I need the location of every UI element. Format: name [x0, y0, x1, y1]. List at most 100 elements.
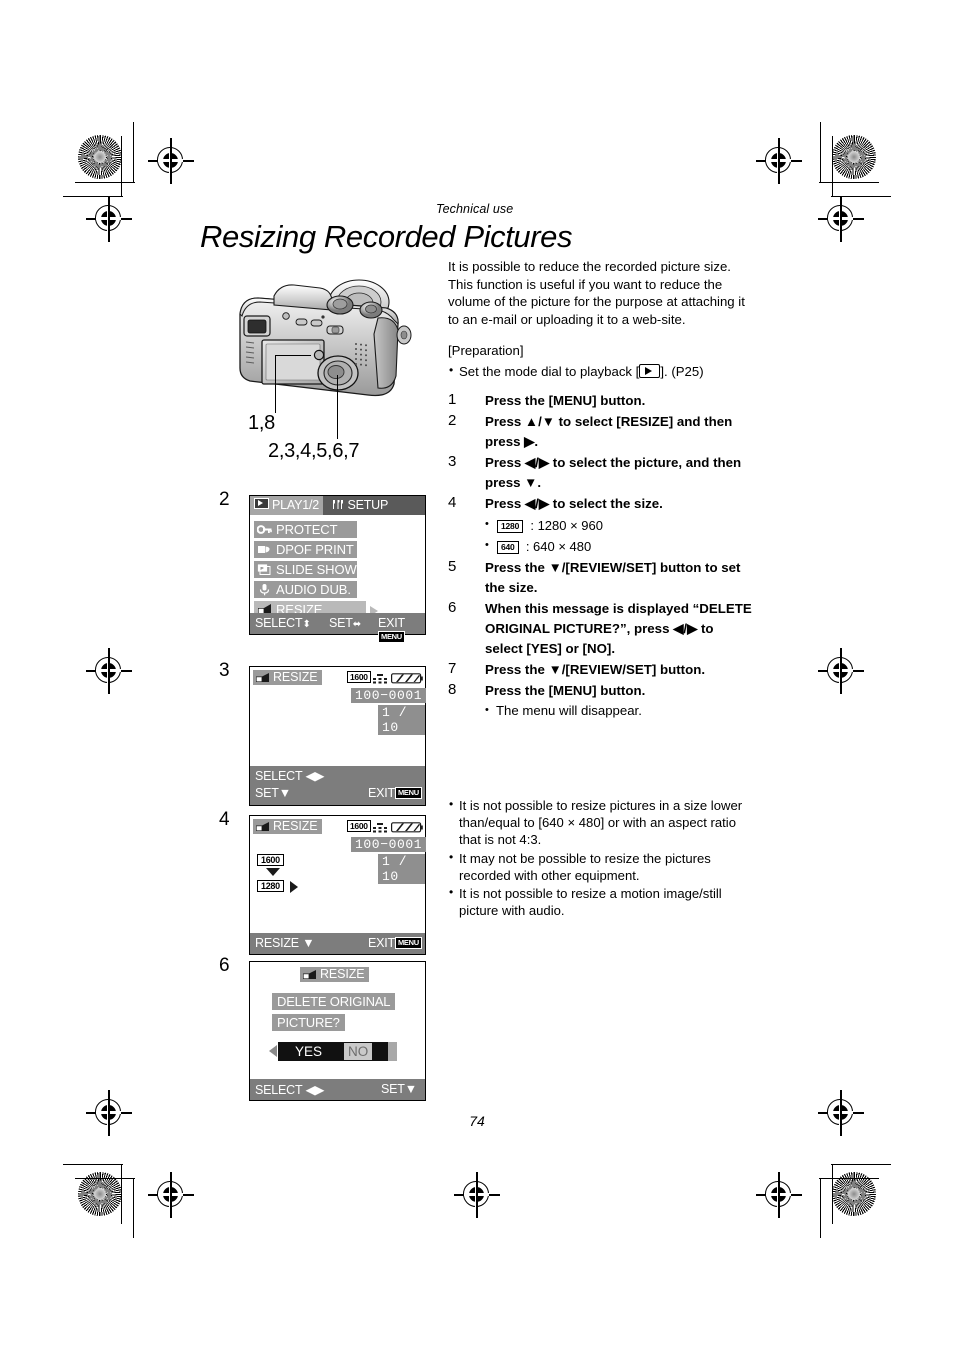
- leftright-arrow-icon: ⬌: [352, 619, 361, 630]
- screen-title-label: RESIZE: [320, 967, 365, 981]
- size-option: 640 : 640 × 480: [448, 536, 754, 556]
- menu-tab-bar: PLAY1/2 SETUP: [250, 496, 425, 515]
- camera-callout-cursor: 2,3,4,5,6,7: [268, 440, 360, 462]
- step-item: 5 Press the ▼/[REVIEW/SET] button to set …: [448, 558, 754, 598]
- lcd-confirm-screen: RESIZE DELETE ORIGINAL PICTURE? YES NO S…: [249, 961, 426, 1101]
- crop-mark: [820, 1178, 822, 1238]
- menu-key-badge: MENU: [394, 787, 422, 799]
- tab-setup[interactable]: SETUP: [327, 496, 392, 515]
- lcd-select-size-screen: RESIZE 1600 100−0001 1 / 10 1600 1280 RE…: [249, 815, 427, 955]
- confirm-message-line2: PICTURE?: [272, 1014, 345, 1031]
- crop-mark: [820, 122, 822, 182]
- frame-counter: 1 / 10: [378, 854, 425, 884]
- size-option-text: : 640 × 480: [525, 539, 592, 555]
- step-item: 6 When this message is displayed “DELETE …: [448, 599, 754, 659]
- menu-footer-bar: SELECT⬍ SET⬌ EXITMENU: [250, 613, 425, 643]
- page-title: Resizing Recorded Pictures: [200, 219, 573, 254]
- key-icon: [256, 523, 272, 536]
- no-option[interactable]: NO: [344, 1043, 373, 1060]
- crop-mark: [121, 136, 123, 196]
- size-badge-1280: 1280: [497, 520, 524, 534]
- footer-exit: EXITMENU: [368, 936, 422, 950]
- resize-icon: [302, 969, 317, 980]
- camera-illustration: [239, 279, 412, 397]
- menu-key-badge: MENU: [394, 937, 422, 949]
- intro-paragraph: It is possible to reduce the recorded pi…: [448, 259, 745, 327]
- step-number: 6: [448, 599, 457, 617]
- page-number: 74: [469, 1113, 485, 1129]
- footer-set: SET▼: [255, 786, 291, 800]
- step-8-note: The menu will disappear.: [448, 701, 754, 720]
- wrench-icon: [331, 497, 344, 509]
- source-size-badge: 1600: [257, 854, 284, 866]
- lcd-menu-screen: PLAY1/2 SETUP PROTECT DPOF PRINT SLIDE S…: [249, 495, 426, 643]
- confirm-message-line1: DELETE ORIGINAL: [272, 993, 396, 1010]
- crop-mark: [819, 1178, 879, 1180]
- battery-icon: [391, 820, 423, 838]
- registration-cross-10: [756, 1172, 802, 1218]
- menu-item-protect[interactable]: PROTECT: [254, 521, 357, 538]
- arrow-left-icon[interactable]: [269, 1045, 277, 1057]
- slides-icon: [257, 563, 272, 576]
- crop-mark: [75, 1178, 135, 1180]
- menu-item-label: SLIDE SHOW: [276, 562, 357, 577]
- yes-option[interactable]: YES: [295, 1043, 322, 1060]
- tab-play-label: PLAY1/2: [272, 498, 320, 512]
- registration-cross-11: [454, 1172, 500, 1218]
- step-text: Press the ▼/[REVIEW/SET] button to set t…: [485, 560, 741, 596]
- step-number: 7: [448, 660, 457, 678]
- footer-select: SELECT ◀▶: [255, 1083, 325, 1097]
- step-text: When this message is displayed “DELETE O…: [485, 601, 752, 657]
- preparation-item-tail: ]. (P25): [660, 363, 704, 379]
- crop-mark: [832, 1164, 834, 1224]
- play-icon: [254, 498, 269, 509]
- crop-mark: [819, 182, 879, 184]
- select-size-footer-bar: RESIZE ▼ EXIT MENU: [250, 933, 425, 954]
- select-picture-footer-bar: SELECT ◀▶ SET▼ EXIT MENU: [250, 766, 425, 805]
- menu-item-audio-dub[interactable]: AUDIO DUB.: [254, 581, 357, 598]
- registration-cross-4: [818, 196, 864, 242]
- callout-leader-cursor: [337, 375, 339, 439]
- quality-icon: [372, 820, 388, 838]
- tab-play[interactable]: PLAY1/2: [250, 496, 324, 515]
- section-kicker: Technical use: [436, 202, 514, 216]
- yes-no-bar-end: [388, 1042, 397, 1061]
- picture-size-badge: 1600: [347, 820, 371, 832]
- crop-mark: [63, 1164, 123, 1166]
- confirm-footer-bar: SELECT ◀▶ SET▼: [250, 1079, 425, 1100]
- registration-cross-5: [86, 648, 132, 694]
- note-item: It may not be possible to resize the pic…: [448, 849, 758, 884]
- registration-star-top-left: [78, 135, 122, 179]
- target-size-badge[interactable]: 1280: [257, 880, 284, 892]
- step-number: 2: [448, 412, 457, 430]
- screen-title-resize: RESIZE: [253, 670, 322, 685]
- menu-item-dpof-print[interactable]: DPOF PRINT: [254, 541, 357, 558]
- footer-select: SELECT⬍: [255, 616, 311, 630]
- arrow-right-icon[interactable]: [290, 881, 298, 893]
- screen-title-label: RESIZE: [273, 819, 318, 833]
- quality-icon: [372, 671, 388, 689]
- menu-item-label: AUDIO DUB.: [276, 582, 351, 597]
- footer-exit: EXITMENU: [378, 616, 405, 643]
- step-item: 8 Press the [MENU] button.: [448, 681, 754, 701]
- crop-mark: [75, 182, 135, 184]
- step-item: 2 Press ▲/▼ to select [RESIZE] and then p…: [448, 412, 754, 452]
- crop-mark: [63, 196, 123, 198]
- menu-item-slide-show[interactable]: SLIDE SHOW: [254, 561, 357, 578]
- step-number: 5: [448, 558, 457, 576]
- tab-setup-label: SETUP: [347, 498, 389, 512]
- preparation-label: [Preparation]: [448, 343, 524, 359]
- step-text: Press ▲/▼ to select [RESIZE] and then pr…: [485, 414, 733, 450]
- step-number: 8: [448, 681, 457, 699]
- step-item: 7 Press the ▼/[REVIEW/SET] button.: [448, 660, 754, 680]
- instructions-column: It is possible to reduce the recorded pi…: [448, 258, 754, 724]
- note-item: It is not possible to resize a motion im…: [448, 884, 758, 919]
- registration-cross-2: [756, 138, 802, 184]
- callout-leader-menu-horizontal: [275, 355, 311, 357]
- resize-icon: [255, 821, 270, 832]
- size-badge-640: 640: [497, 541, 519, 555]
- step-number: 1: [448, 391, 457, 409]
- step-item: 1 Press the [MENU] button.: [448, 391, 754, 411]
- step-number: 3: [448, 453, 457, 471]
- resize-icon: [255, 672, 270, 683]
